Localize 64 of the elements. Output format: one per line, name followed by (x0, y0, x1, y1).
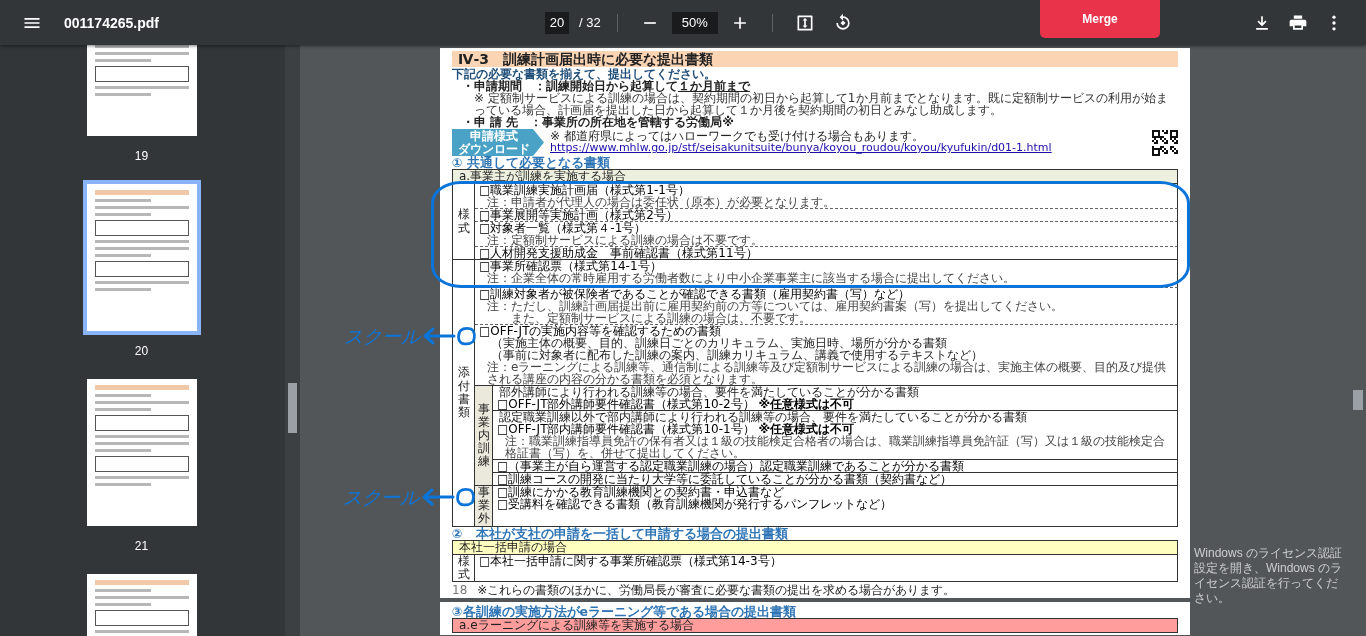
ink-arrow (422, 327, 456, 345)
note-text: 注：eラーニングによる訓練等、通信制による訓練等及び定額制サービスによる訓練の場合は、実施主体の概要、目的及び提供される講座の内容の分かる書類を必須となります。 (486, 361, 1168, 385)
ink-arrow (421, 488, 455, 506)
section-heading: ③各訓練の実施方法がeラーニング等である場合の提出書類 (452, 604, 798, 618)
merge-button[interactable]: Merge (1040, 0, 1160, 38)
note-text: ※ 都道府県によってはハローワークでも受け付ける場合もあります。 (550, 130, 924, 143)
row-label: 様式 (457, 554, 470, 581)
note-text: 注：申請者が代理人の場合は委任状（原本）が必要となります。 (487, 196, 836, 208)
document-item: □対象者一覧（様式第４-1号） (479, 222, 647, 234)
document-item: □（事業主が自ら運営する認定職業訓練の場合）認定職業訓練であることが分かる書類 (497, 460, 966, 472)
page-total: / 32 (579, 15, 601, 30)
document-item: □本社一括申請に関する事業所確認票（様式第14-3号） (479, 554, 783, 567)
qr-code-icon (1152, 129, 1178, 156)
row-label: 添付書類 (457, 366, 470, 420)
row-label: 様式 (457, 208, 470, 235)
scrollbar-thumb[interactable] (288, 383, 297, 433)
document-item: □訓練対象者が被保険者であることが確認できる書類（雇用契約書（写）など） (479, 288, 912, 300)
application-destination: ・申 請 先 ：事業所の所在地を管轄する労働局※ (462, 116, 735, 128)
note-text: 注：職業訓練指導員免許の保有者又は１級の技能検定合格者の場合は、職業訓練指導員免許証（写）又は１級の技能検定合格証書（写）を、併せて提出してください。 (505, 435, 1166, 459)
activation-message: 設定を開き、Windows のライセンス認証を行ってください。 (1194, 561, 1343, 606)
url-link[interactable]: https://www.mhlw.go.jp/stf/seisakunitsuite/bunya/koyou_roudou/koyou/kyufukin/d01-1.html (550, 142, 1052, 155)
badge-text: ダウンロード (458, 142, 530, 155)
zoom-field[interactable]: 50% (671, 11, 718, 34)
intro-text: 下記の必要な書類を揃えて、提出してください。 (452, 68, 716, 80)
footnote-text: ※これらの書類のほかに、労働局長が審査に必要な書類の提出を求める場合があります。 (477, 583, 956, 596)
handwritten-note: スクール (344, 325, 420, 347)
page-label: 21 (134, 539, 149, 553)
document-item: □人材開発支援助成金 事前確認書（様式第11号） (479, 247, 759, 259)
file-name: 001174265.pdf (64, 14, 159, 31)
row-label: 事業外 (477, 486, 490, 526)
document-item: □OFF-JT部外講師要件確認書（様式第10-2号） ※任意様式は不可 (497, 398, 855, 410)
row-label: 事業内訓練 (477, 402, 490, 469)
badge-text: 申請様式 (470, 130, 518, 143)
document-item: □職業訓練実施計画届（様式第1-1号） (479, 184, 691, 196)
description-text: 部外講師により行われる訓練等の場合、要件を満たしていることが分かる書類 (498, 386, 920, 398)
section-heading: ① 共通して必要となる書類 (452, 156, 611, 169)
activation-title: Windows のライセンス認証 (1194, 545, 1343, 561)
page-number-field[interactable]: 20 (545, 11, 569, 34)
document-item: □OFF-JTの実施内容等を確認するための書類 (479, 325, 722, 337)
note-text: ※ 定額制サービスによる訓練の場合は、契約期間の初日から起算して1か月前までとなります。既に定額制サービスの利用が始まっている場合、計画届を提出した日から起算して１か月後を契約期間の初日とみなし助成します。 (474, 92, 1169, 116)
document-item: □訓練コースの開発に当たり大学等に委託していることが分かる書類（契約書など） (497, 473, 953, 485)
document-item: □受講料を確認できる書類（教育訓練機関が発行するパンフレットなど） (497, 498, 894, 510)
scrollbar-thumb[interactable] (1353, 390, 1363, 410)
description-text: 認定職業訓練以外で部内講師により行われる訓練等の場合、要件を満たしていることが分かる書類 (499, 411, 1028, 423)
document-item: □OFF-JT部内講師要件確認書（様式第10-1号） ※任意様式は不可 (497, 423, 855, 435)
page-number: 18 (452, 583, 468, 596)
page-heading: Ⅳ-3 訓練計画届出時に必要な提出書類 (452, 51, 1178, 67)
note-text: 注：定額制サービスによる訓練の場合は不要です。 (487, 234, 764, 246)
document-item: □事業所確認票（様式第14-1号） (479, 260, 662, 272)
application-period: ・申請期間 ：訓練開始日から起算して １か月前まで (462, 80, 751, 92)
handwritten-note: スクール (343, 486, 419, 508)
section-heading: ② 本社が支社の申請を一括して申請する場合の提出書類 (452, 526, 789, 540)
page-label: 20 (134, 344, 149, 358)
note-text: 注：ただし、訓練計画届提出前に雇用契約前の方等については、雇用契約書案（写）を提出してください。 (487, 300, 1064, 312)
description-text: （実施主体の概要、目的、訓練日ごとのカリキュラム、実施日時、場所が分かる書類 (491, 337, 948, 349)
description-text: （事前に対象者に配布した訓練の案内、訓練カリキュラム、講義で使用するテキストなど） (491, 349, 984, 361)
table-header: 本社一括申請の場合 (453, 540, 1178, 555)
page-thumbnail[interactable] (82, 180, 201, 335)
note-text: 注：企業全体の常時雇用する労働者数により中小企業事業主に該当する場合に提出してください。 (487, 272, 1016, 284)
note-text: また、定額制サービスによる訓練の場合は、不要です。 (510, 312, 812, 324)
table-header: a.eラーニングによる訓練等を実施する場合 (453, 618, 1178, 633)
document-item: □訓練にかかる教育訓練機関との契約書・申込書など (497, 486, 786, 498)
document-item: □事業展開等実施計画（様式第2号） (479, 209, 679, 221)
page-label: 19 (134, 149, 149, 163)
